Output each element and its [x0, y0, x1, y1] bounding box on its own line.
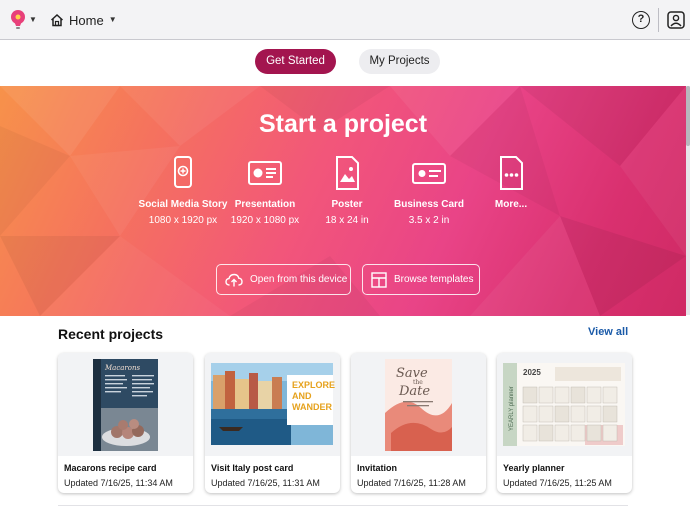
project-name: Visit Italy post card [211, 463, 294, 473]
template-grid-icon [371, 271, 387, 288]
section-divider [58, 505, 628, 506]
project-thumbnail: Save the Date [351, 353, 486, 456]
project-type-size: 18 x 24 in [325, 215, 369, 226]
house-icon [50, 13, 64, 27]
planner-month-cell [554, 424, 570, 442]
project-card-invitation[interactable]: Save the Date Invitation Updated 7/16/25… [351, 353, 486, 493]
project-thumbnail: YEARLY planner 2025 [497, 353, 632, 456]
home-menu[interactable]: Home ▼ [50, 10, 117, 30]
user-account-icon[interactable] [667, 11, 685, 29]
tab-my-projects[interactable]: My Projects [359, 49, 440, 74]
project-type-name: More... [494, 199, 528, 210]
open-from-device-label: Open from this device [250, 274, 348, 285]
project-updated: Updated 7/16/25, 11:31 AM [211, 478, 320, 488]
project-type-name: Social Media Story [138, 199, 228, 210]
planner-month-cell [570, 386, 586, 404]
poster-icon [330, 156, 364, 190]
project-type-social-media-story[interactable]: Social Media Story 1080 x 1920 px [138, 156, 228, 226]
project-type-size: 1080 x 1920 px [148, 215, 218, 226]
tab-get-started[interactable]: Get Started [255, 49, 336, 74]
planner-month-cell [538, 405, 554, 423]
macarons-thumb-title: Macarons [104, 364, 141, 372]
planner-month-cell [586, 386, 602, 404]
italy-thumb-line1: EXPLORE [292, 380, 335, 390]
page-scrollbar[interactable] [686, 86, 690, 315]
planner-month-cell [522, 424, 538, 442]
planner-month-cell [554, 405, 570, 423]
chevron-down-icon: ▼ [108, 15, 117, 24]
project-name: Macarons recipe card [64, 463, 157, 473]
italy-thumb-line3: WANDER [292, 402, 332, 412]
planner-month-cell [554, 386, 570, 404]
toolbar-divider [658, 8, 659, 32]
browse-templates-label: Browse templates [394, 274, 474, 285]
project-tabs: Get Started My Projects [0, 49, 690, 75]
chevron-down-icon: ▼ [29, 15, 37, 24]
project-name: Yearly planner [503, 463, 565, 473]
view-all-link[interactable]: View all [588, 326, 628, 338]
presentation-icon [248, 156, 282, 190]
planner-month-cell [602, 405, 618, 423]
planner-month-cell [522, 405, 538, 423]
project-type-name: Poster [331, 199, 363, 210]
planner-month-cell [570, 405, 586, 423]
planner-month-cell [602, 386, 618, 404]
recent-projects-heading: Recent projects [58, 326, 164, 342]
top-bar: ▼ Home ▼ ? [0, 0, 690, 40]
business-card-icon [412, 156, 446, 190]
project-type-business-card[interactable]: Business Card 3.5 x 2 in [384, 156, 474, 226]
planner-month-cell [586, 405, 602, 423]
project-name: Invitation [357, 463, 397, 473]
project-card-visit-italy[interactable]: EXPLORE AND WANDER Visit Italy post card… [205, 353, 340, 493]
phone-story-icon [166, 156, 200, 190]
project-type-size: 3.5 x 2 in [408, 215, 450, 226]
invitation-thumb-line1: Save [396, 366, 428, 381]
scrollbar-thumb[interactable] [686, 86, 690, 146]
project-thumbnail: EXPLORE AND WANDER [205, 353, 340, 456]
help-button[interactable]: ? [632, 11, 650, 29]
more-icon [494, 156, 528, 190]
start-project-banner: Start a project Social Media Story 1080 … [0, 86, 686, 316]
project-updated: Updated 7/16/25, 11:28 AM [357, 478, 466, 488]
invitation-thumb-line3: Date [398, 384, 430, 399]
italy-thumb-line2: AND [292, 391, 312, 401]
project-type-more[interactable]: More... [466, 156, 556, 210]
cloud-upload-icon [225, 273, 243, 286]
project-type-name: Presentation [234, 199, 296, 210]
planner-month-cell [586, 424, 602, 442]
project-type-name: Business Card [393, 199, 465, 210]
planner-month-cell [538, 386, 554, 404]
lightbulb-logo-icon [11, 10, 25, 29]
planner-month-cell [570, 424, 586, 442]
project-updated: Updated 7/16/25, 11:34 AM [64, 478, 173, 488]
home-label: Home [69, 12, 104, 28]
planner-month-cell [522, 386, 538, 404]
planner-thumb-side: YEARLY planner [509, 386, 515, 431]
project-type-size: 1920 x 1080 px [230, 215, 300, 226]
project-type-poster[interactable]: Poster 18 x 24 in [302, 156, 392, 226]
planner-month-cell [538, 424, 554, 442]
project-thumbnail: Macarons [58, 353, 193, 456]
hero-title: Start a project [258, 110, 428, 138]
project-type-presentation[interactable]: Presentation 1920 x 1080 px [220, 156, 310, 226]
project-card-yearly-planner[interactable]: YEARLY planner 2025 Yearly planner Updat… [497, 353, 632, 493]
app-logo-menu[interactable]: ▼ [10, 9, 40, 31]
browse-templates-button[interactable]: Browse templates [362, 264, 480, 295]
project-updated: Updated 7/16/25, 11:25 AM [503, 478, 612, 488]
planner-month-cell [602, 424, 618, 442]
planner-thumb-year: 2025 [523, 368, 541, 377]
open-from-device-button[interactable]: Open from this device [216, 264, 351, 295]
project-card-macarons[interactable]: Macarons Macarons recipe card Updated 7/… [58, 353, 193, 493]
